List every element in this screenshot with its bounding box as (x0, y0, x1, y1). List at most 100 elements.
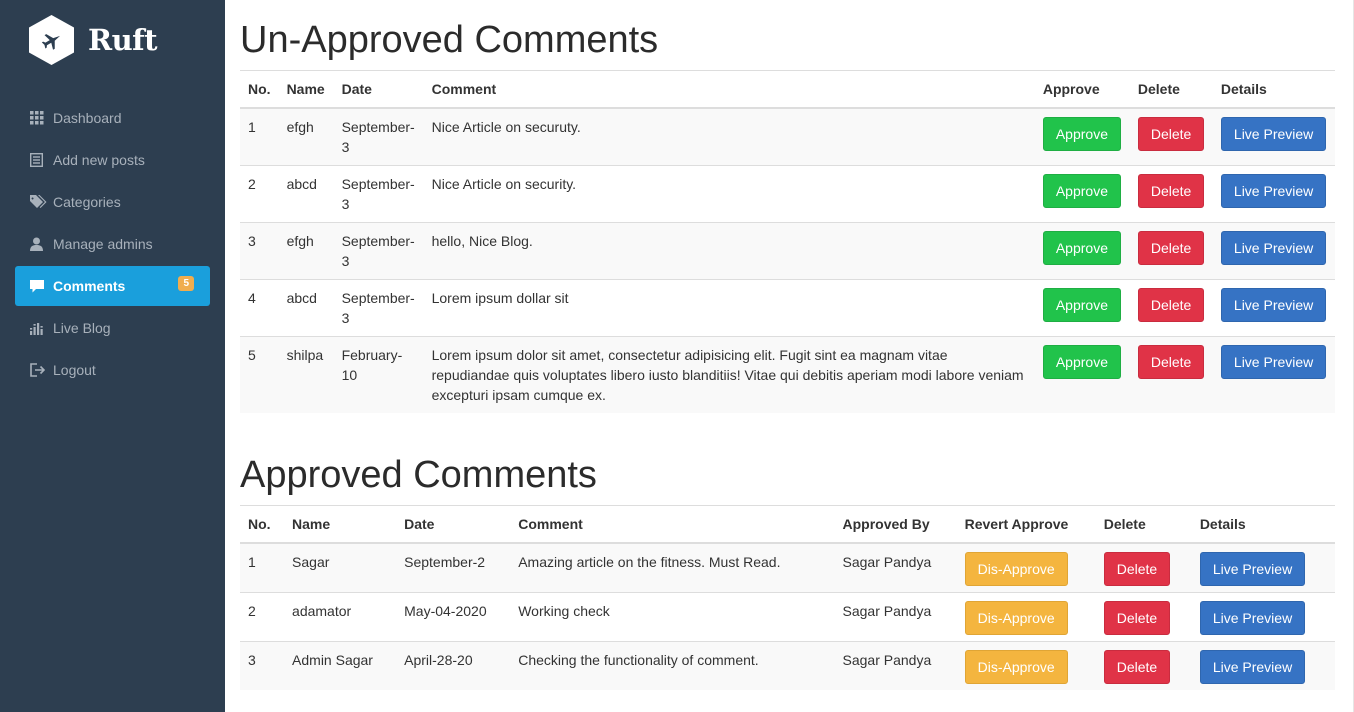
dis-approve-button[interactable]: Dis-Approve (964, 650, 1068, 684)
live-preview-button[interactable]: Live Preview (1220, 288, 1327, 322)
cell-date: September-3 (333, 165, 424, 223)
approved-comments-title: Approved Comments (240, 454, 597, 496)
approve-button[interactable]: Approve (1042, 231, 1121, 265)
table-header-row: No. Name Date Comment Approve Delete Det… (240, 70, 1335, 109)
column-header: Date (396, 505, 511, 544)
dis-approve-button[interactable]: Dis-Approve (964, 552, 1068, 586)
column-header: Date (333, 70, 424, 109)
cell-comment: Amazing article on the fitness. Must Rea… (510, 542, 835, 593)
sidebar: Ruft Dashboard Add new posts Categories … (0, 0, 225, 712)
cell-approved-by: Sagar Pandya (834, 592, 957, 642)
cell-approved-by: Sagar Pandya (834, 641, 957, 690)
cell-comment: Lorem ipsum dollar sit (423, 279, 1035, 337)
sidebar-item-label: Categories (53, 194, 121, 210)
live-preview-button[interactable]: Live Preview (1199, 601, 1306, 635)
cell-no: 1 (240, 542, 285, 593)
cell-no: 5 (240, 336, 279, 413)
column-header: Delete (1095, 505, 1192, 544)
cell-comment: Working check (510, 592, 835, 642)
approve-button[interactable]: Approve (1042, 345, 1121, 379)
approve-button[interactable]: Approve (1042, 174, 1121, 208)
cell-date: September-3 (333, 222, 424, 280)
airplane-logo-icon (29, 15, 74, 65)
delete-button[interactable]: Delete (1103, 552, 1171, 586)
cell-no: 3 (240, 641, 285, 690)
live-preview-button[interactable]: Live Preview (1199, 650, 1306, 684)
sidebar-nav: Dashboard Add new posts Categories Manag… (0, 98, 225, 390)
cell-comment: Nice Article on securuty. (423, 107, 1035, 166)
approve-button[interactable]: Approve (1042, 117, 1121, 151)
cell-no: 2 (240, 592, 285, 642)
sidebar-item-logout[interactable]: Logout (15, 350, 210, 390)
sidebar-item-label: Live Blog (53, 320, 111, 336)
cell-name: Sagar (284, 542, 397, 593)
column-header: Name (284, 505, 397, 544)
cell-name: adamator (284, 592, 397, 642)
app: Ruft Dashboard Add new posts Categories … (0, 0, 1354, 712)
table-row: 1 Sagar September-2 Amazing article on t… (240, 542, 1335, 593)
cell-no: 3 (240, 222, 279, 280)
cell-approved-by: Sagar Pandya (834, 542, 957, 593)
approved-comments-table: No. Name Date Comment Approved By Revert… (240, 505, 1335, 690)
live-preview-button[interactable]: Live Preview (1199, 552, 1306, 586)
cell-date: February-10 (333, 336, 424, 413)
logout-icon (30, 362, 49, 378)
column-header: Comment (423, 70, 1035, 109)
table-row: 2 adamator May-04-2020 Working check Sag… (240, 592, 1335, 642)
cell-date: September-2 (396, 542, 511, 593)
cell-comment: hello, Nice Blog. (423, 222, 1035, 280)
delete-button[interactable]: Delete (1137, 288, 1205, 322)
delete-button[interactable]: Delete (1103, 650, 1171, 684)
live-preview-button[interactable]: Live Preview (1220, 231, 1327, 265)
main-content: Un-Approved Comments No. Name Date Comme… (225, 0, 1354, 712)
cell-comment: Checking the functionality of comment. (510, 641, 835, 690)
cell-comment: Lorem ipsum dolor sit amet, consectetur … (423, 336, 1035, 413)
approve-button[interactable]: Approve (1042, 288, 1121, 322)
column-header: Delete (1129, 70, 1213, 109)
sidebar-item-live-blog[interactable]: Live Blog (15, 308, 210, 348)
delete-button[interactable]: Delete (1137, 174, 1205, 208)
delete-button[interactable]: Delete (1103, 601, 1171, 635)
brand-name: Ruft (88, 23, 158, 57)
live-preview-button[interactable]: Live Preview (1220, 117, 1327, 151)
delete-button[interactable]: Delete (1137, 231, 1205, 265)
sidebar-item-dashboard[interactable]: Dashboard (15, 98, 210, 138)
column-header: Approved By (834, 505, 957, 544)
column-header: Revert Approve (956, 505, 1096, 544)
cell-name: efgh (278, 107, 334, 166)
sidebar-item-add-new-posts[interactable]: Add new posts (15, 140, 210, 180)
sidebar-item-label: Logout (53, 362, 96, 378)
cell-date: April-28-20 (396, 641, 511, 690)
bars-icon (30, 320, 49, 336)
cell-no: 2 (240, 165, 279, 223)
column-header: Details (1212, 70, 1335, 109)
column-header: No. (240, 505, 285, 544)
unapproved-comments-table: No. Name Date Comment Approve Delete Det… (240, 70, 1335, 413)
table-row: 3 efgh September-3 hello, Nice Blog. App… (240, 222, 1335, 280)
sidebar-item-categories[interactable]: Categories (15, 182, 210, 222)
dis-approve-button[interactable]: Dis-Approve (964, 601, 1068, 635)
live-preview-button[interactable]: Live Preview (1220, 174, 1327, 208)
delete-button[interactable]: Delete (1137, 345, 1205, 379)
column-header: Details (1191, 505, 1335, 544)
cell-date: September-3 (333, 279, 424, 337)
sidebar-item-label: Manage admins (53, 236, 153, 252)
live-preview-button[interactable]: Live Preview (1220, 345, 1327, 379)
column-header: Approve (1034, 70, 1130, 109)
brand[interactable]: Ruft (0, 0, 225, 80)
cell-date: May-04-2020 (396, 592, 511, 642)
unapproved-comments-title: Un-Approved Comments (240, 19, 659, 61)
cell-no: 1 (240, 107, 279, 166)
table-header-row: No. Name Date Comment Approved By Revert… (240, 505, 1335, 544)
table-row: 2 abcd September-3 Nice Article on secur… (240, 165, 1335, 223)
sidebar-item-comments[interactable]: Comments 5 (15, 266, 210, 306)
table-row: 3 Admin Sagar April-28-20 Checking the f… (240, 641, 1335, 690)
user-icon (30, 236, 49, 252)
delete-button[interactable]: Delete (1137, 117, 1205, 151)
cell-no: 4 (240, 279, 279, 337)
sidebar-item-label: Comments (53, 278, 126, 294)
cell-comment: Nice Article on security. (423, 165, 1035, 223)
grid-icon (30, 110, 49, 126)
sidebar-item-label: Dashboard (53, 110, 122, 126)
sidebar-item-manage-admins[interactable]: Manage admins (15, 224, 210, 264)
